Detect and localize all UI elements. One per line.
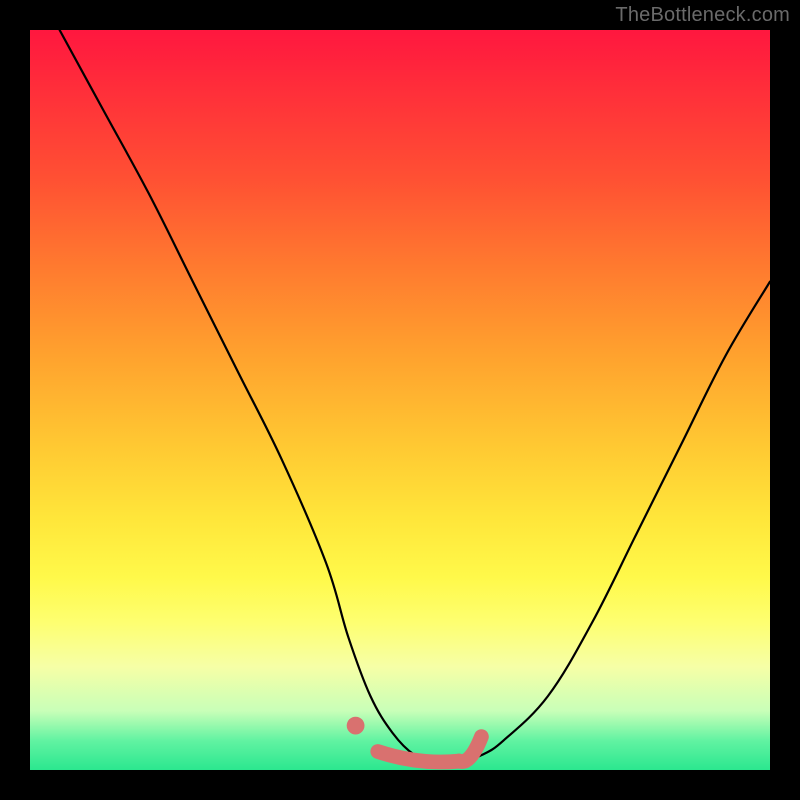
watermark-text: TheBottleneck.com (615, 4, 790, 27)
plot-area (30, 30, 770, 770)
chart-frame: TheBottleneck.com (0, 0, 800, 800)
marker-segment (459, 737, 481, 762)
markers-layer (347, 717, 482, 762)
curve-svg (30, 30, 770, 770)
marker-segment (378, 752, 459, 763)
marker-dot (347, 717, 365, 735)
bottleneck-curve-path (60, 30, 770, 764)
